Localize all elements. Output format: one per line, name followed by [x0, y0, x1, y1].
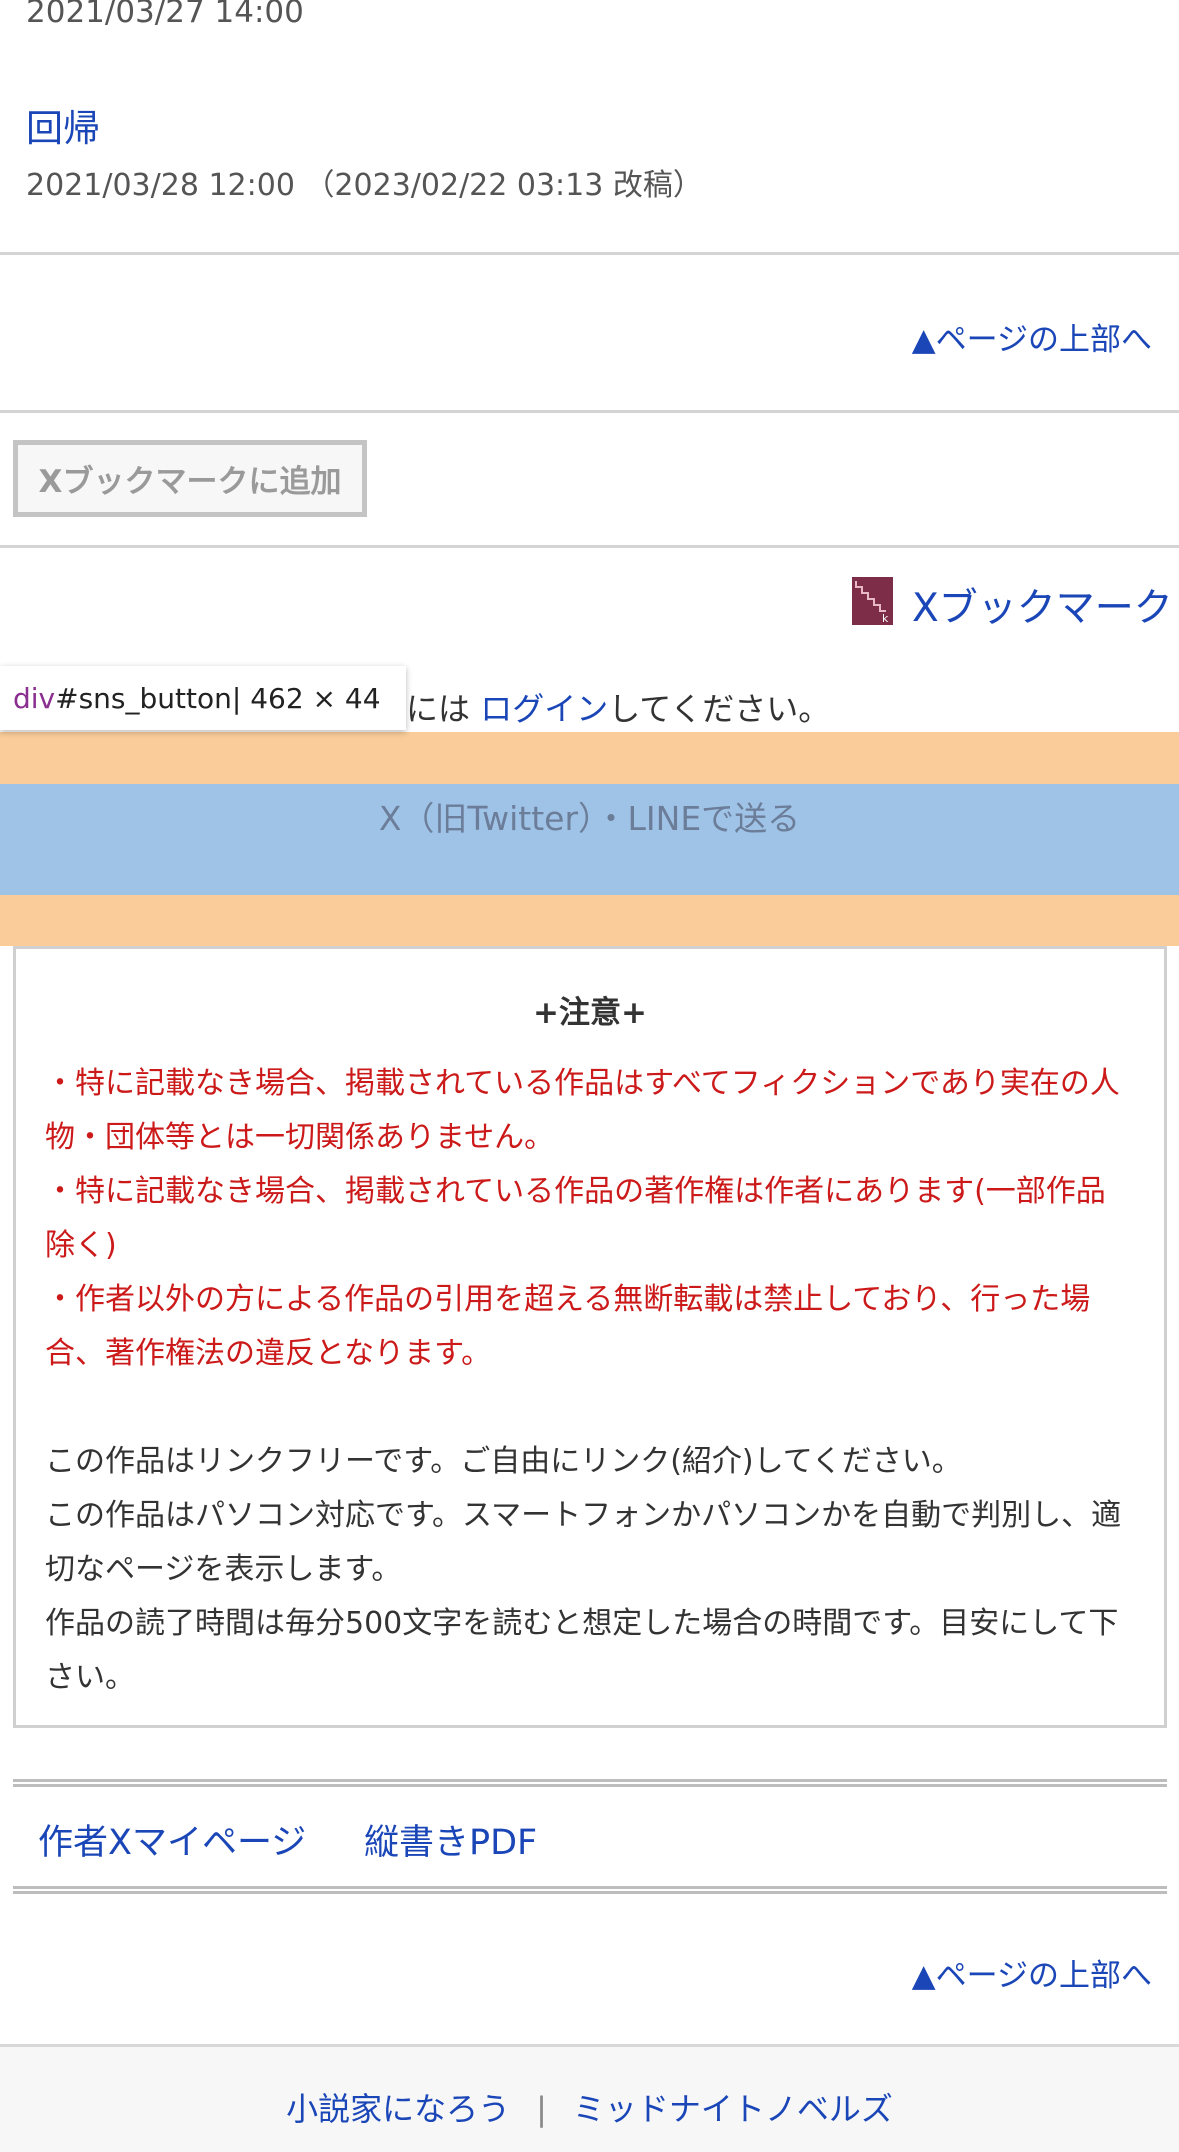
sns-share-button[interactable]: X（旧Twitter）・LINEで送る: [0, 784, 1179, 840]
divider: [0, 252, 1179, 255]
double-divider: [13, 1886, 1167, 1894]
episode-link-kaiki[interactable]: 回帰: [26, 98, 100, 152]
midnight-novels-link[interactable]: ミッドナイトノベルズ: [573, 2090, 893, 2128]
footer-separator: |: [536, 2090, 547, 2128]
tooltip-selector: #sns_button: [55, 681, 232, 715]
svg-text:k: k: [882, 612, 889, 625]
notice-info-line: この作品はパソコン対応です。スマートフォンかパソコンかを自動で判別し、適切なペー…: [45, 1498, 1122, 1587]
login-prompt: には ログインしてください。: [406, 684, 830, 730]
bookmark-link[interactable]: Xブックマーク: [912, 577, 1173, 633]
add-bookmark-button[interactable]: Xブックマークに追加: [13, 440, 367, 517]
notice-warnings: ・特に記載なき場合、掲載されている作品はすべてフィクションであり実在の人物・団体…: [45, 1057, 1135, 1381]
tooltip-tag: div: [13, 681, 56, 715]
notice-warning-line: ・特に記載なき場合、掲載されている作品の著作権は作者にあります(一部作品除く): [45, 1174, 1106, 1263]
double-divider: [13, 1779, 1167, 1787]
page-top-link[interactable]: ▲ページの上部へ: [912, 314, 1152, 359]
devtools-tooltip: div #sns_button | 462 × 44: [0, 666, 406, 730]
login-link[interactable]: ログイン: [480, 690, 608, 728]
previous-episode-date: 2021/03/27 14:00: [26, 0, 304, 30]
notice-info-line: 作品の読了時間は毎分500文字を読むと想定した場合の時間です。目安にして下さい。: [45, 1606, 1119, 1695]
narou-link[interactable]: 小説家になろう: [286, 2090, 510, 2128]
tooltip-size: | 462 × 44: [231, 681, 381, 715]
episode-date: 2021/03/28 12:00 （2023/02/22 03:13 改稿）: [26, 168, 703, 203]
bookmark-icon[interactable]: k: [852, 577, 893, 625]
login-prompt-prefix: には: [406, 690, 471, 728]
notice-warning-line: ・作者以外の方による作品の引用を超える無断転載は禁止しており、行った場合、著作権…: [45, 1282, 1091, 1371]
author-mypage-link[interactable]: 作者Xマイページ: [38, 1814, 306, 1865]
notice-title: +注意+: [533, 995, 647, 1031]
divider: [0, 410, 1179, 413]
divider: [0, 545, 1179, 548]
page-top-link-bottom[interactable]: ▲ページの上部へ: [912, 1950, 1152, 1995]
bookmark-icon-graphic: k: [852, 577, 893, 625]
notice-warning-line: ・特に記載なき場合、掲載されている作品はすべてフィクションであり実在の人物・団体…: [45, 1066, 1120, 1155]
notice-info-line: この作品はリンクフリーです。ご自由にリンク(紹介)してください。: [45, 1444, 962, 1479]
site-footer-links: 小説家になろう | ミッドナイトノベルズ: [0, 2084, 1179, 2130]
notice-box: +注意+ ・特に記載なき場合、掲載されている作品はすべてフィクションであり実在の…: [13, 946, 1167, 1728]
notice-info: この作品はリンクフリーです。ご自由にリンク(紹介)してください。 この作品はパソ…: [45, 1435, 1135, 1705]
vertical-pdf-link[interactable]: 縦書きPDF: [364, 1814, 537, 1865]
login-prompt-suffix: してください。: [608, 690, 831, 728]
